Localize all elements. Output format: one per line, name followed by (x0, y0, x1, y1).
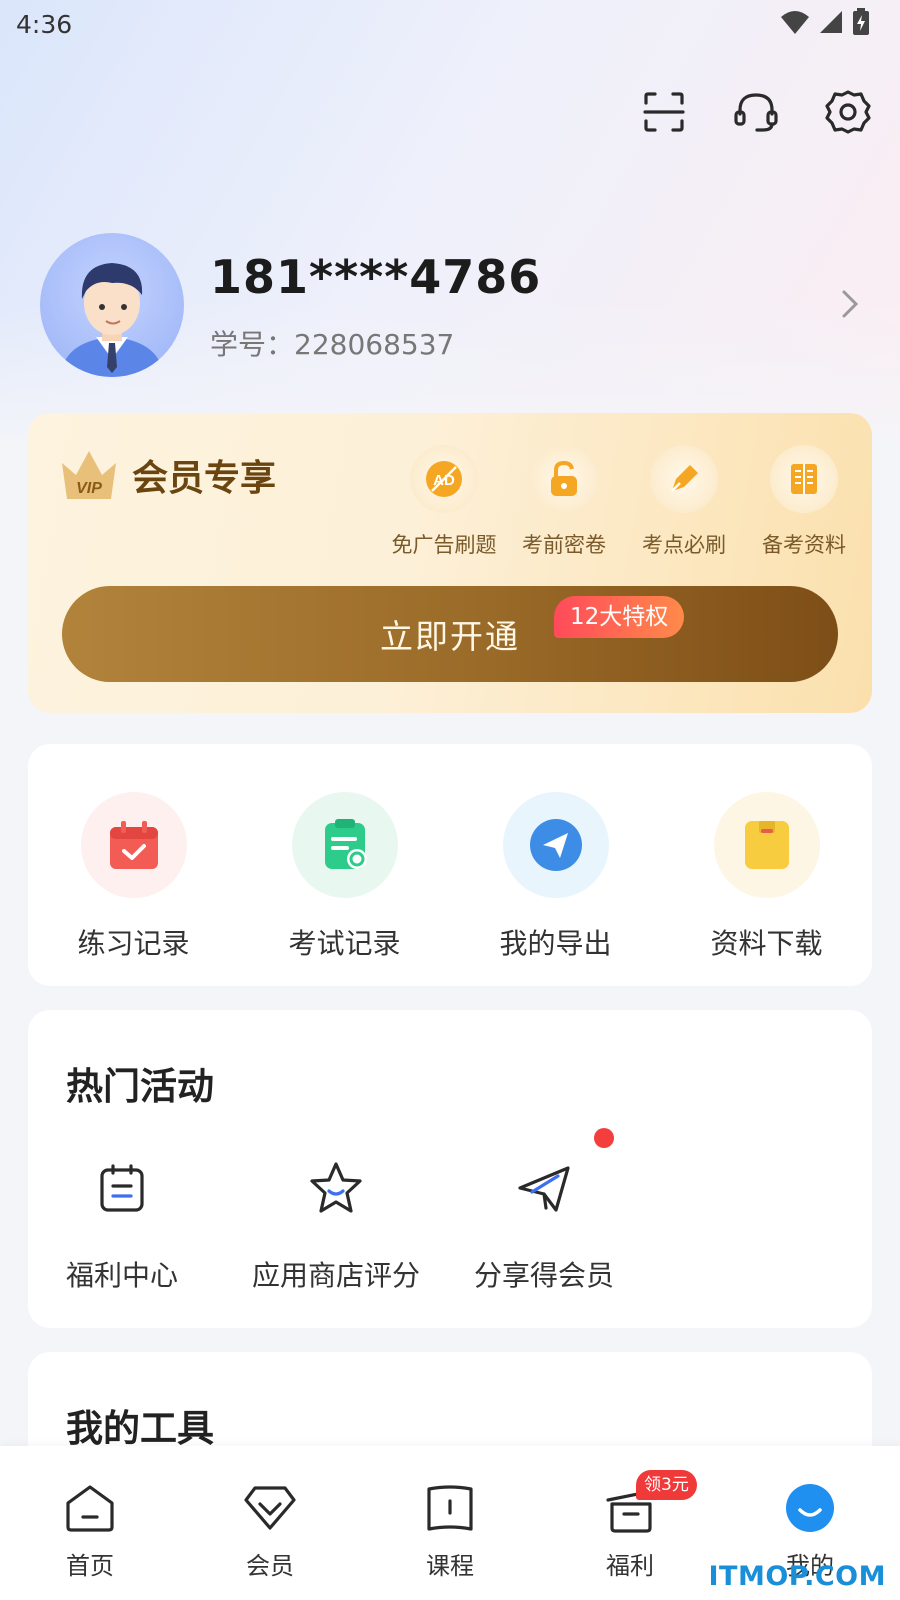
nav-label: 福利 (606, 1552, 654, 1580)
nav-label: 首页 (66, 1552, 114, 1580)
perk-label: 免广告刷题 (391, 533, 497, 557)
chevron-right-icon[interactable] (838, 286, 862, 322)
activate-vip-button[interactable]: 立即开通 12大特权 (62, 586, 838, 682)
act-label: 应用商店评分 (252, 1259, 421, 1292)
scan-icon (643, 92, 685, 132)
act-icon-wrap (92, 1158, 152, 1218)
nav-icon-wrap (62, 1480, 118, 1536)
app-rating-item[interactable]: 应用商店评分 (252, 1158, 420, 1294)
signal-icon (820, 11, 842, 33)
diamond-icon (244, 1486, 296, 1530)
avatar[interactable] (40, 233, 184, 377)
act-label: 分享得会员 (474, 1259, 615, 1292)
material-download-item[interactable]: 资料下载 (661, 744, 872, 986)
clipboard-icon (324, 819, 367, 869)
unlock-icon (551, 460, 577, 496)
rec-icon-wrap (502, 792, 609, 898)
activate-vip-label: 立即开通 (380, 617, 520, 656)
rec-label: 资料下载 (710, 927, 823, 960)
paper-plane-icon (518, 1166, 570, 1212)
nav-courses[interactable]: 课程 (360, 1446, 540, 1600)
perk-icon-wrap (650, 445, 718, 513)
scan-button[interactable] (640, 88, 688, 136)
nav-icon-wrap: 领3元 (602, 1470, 697, 1536)
share-vip-item[interactable]: 分享得会员 (474, 1158, 614, 1294)
vip-crown-text: VIP (76, 480, 102, 497)
nav-vip[interactable]: 会员 (180, 1446, 360, 1600)
records-card: 练习记录 考试记录 我的导出 资料下载 (28, 744, 872, 986)
welfare-badge: 领3元 (636, 1470, 697, 1500)
status-bar: 4:36 (0, 0, 900, 50)
rec-label: 练习记录 (77, 927, 190, 960)
tools-title: 我的工具 (66, 1407, 214, 1450)
star-icon (310, 1162, 362, 1213)
nav-icon-wrap (242, 1480, 298, 1536)
activities-card: 热门活动 福利中心 应用商店评分 分享得会员 (28, 1010, 872, 1328)
nav-icon-wrap (422, 1480, 478, 1536)
practice-record-item[interactable]: 练习记录 (28, 744, 239, 986)
profile-icon (786, 1484, 834, 1532)
exam-record-item[interactable]: 考试记录 (239, 744, 450, 986)
act-label: 福利中心 (66, 1259, 179, 1292)
privileges-badge: 12大特权 (554, 596, 685, 638)
vip-card: VIP 会员专享 AD 免广告刷题 考前密卷 考点必刷 备考资料 (28, 413, 872, 713)
nav-icon-wrap (782, 1480, 838, 1536)
clipboard-outline-icon (100, 1164, 144, 1212)
nav-welfare[interactable]: 领3元 福利 (540, 1446, 720, 1600)
perk-key-points[interactable]: 考点必刷 (624, 445, 744, 559)
customer-service-button[interactable] (732, 88, 780, 136)
wifi-icon (781, 11, 809, 34)
perk-secret-paper[interactable]: 考前密卷 (504, 445, 624, 559)
rec-label: 我的导出 (499, 927, 612, 960)
perk-label: 考前密卷 (522, 533, 606, 557)
activities-title: 热门活动 (66, 1065, 214, 1108)
vip-title: 会员专享 (132, 458, 277, 499)
settings-button[interactable] (824, 88, 872, 136)
perk-icon-wrap (530, 445, 598, 513)
perk-icon-wrap: AD (410, 445, 478, 513)
perk-ad-free[interactable]: AD 免广告刷题 (384, 445, 504, 559)
folder-icon (744, 821, 789, 869)
top-actions (640, 88, 872, 136)
gear-icon (825, 90, 871, 134)
nav-home[interactable]: 首页 (0, 1446, 180, 1600)
perk-label: 备考资料 (762, 533, 846, 557)
home-icon (66, 1485, 114, 1532)
user-phone: 181****4786 (210, 250, 542, 304)
book-icon (791, 464, 817, 494)
act-icon-wrap (306, 1158, 366, 1218)
perk-icon-wrap (770, 445, 838, 513)
nav-label: 课程 (426, 1552, 474, 1580)
headset-icon (734, 93, 778, 132)
rec-icon-wrap (713, 792, 820, 898)
student-id: 学号：228068537 (210, 328, 455, 361)
perk-label: 考点必刷 (642, 533, 726, 557)
my-export-item[interactable]: 我的导出 (450, 744, 661, 986)
avatar-illustration (60, 263, 164, 377)
ad-free-icon: AD (426, 461, 462, 497)
watermark: ITMOP.COM (708, 1561, 886, 1592)
welfare-center-item[interactable]: 福利中心 (66, 1158, 178, 1294)
status-icons (780, 8, 870, 36)
rec-label: 考试记录 (288, 927, 401, 960)
pen-icon (671, 465, 698, 492)
status-time: 4:36 (16, 10, 73, 39)
act-icon-wrap (514, 1158, 574, 1218)
bottom-nav: 首页 会员 课程 领3元 福利 我的 ITMOP.COM (0, 1446, 900, 1600)
vip-crown-icon: VIP (62, 451, 116, 499)
notification-dot (594, 1128, 614, 1148)
rec-icon-wrap (291, 792, 398, 898)
book-open-icon (427, 1485, 473, 1531)
battery-icon (853, 8, 869, 35)
nav-label: 会员 (246, 1552, 294, 1580)
vip-perks: AD 免广告刷题 考前密卷 考点必刷 备考资料 (384, 445, 864, 559)
calendar-check-icon (109, 821, 158, 869)
send-icon (529, 819, 582, 871)
perk-study-materials[interactable]: 备考资料 (744, 445, 864, 559)
rec-icon-wrap (80, 792, 187, 898)
